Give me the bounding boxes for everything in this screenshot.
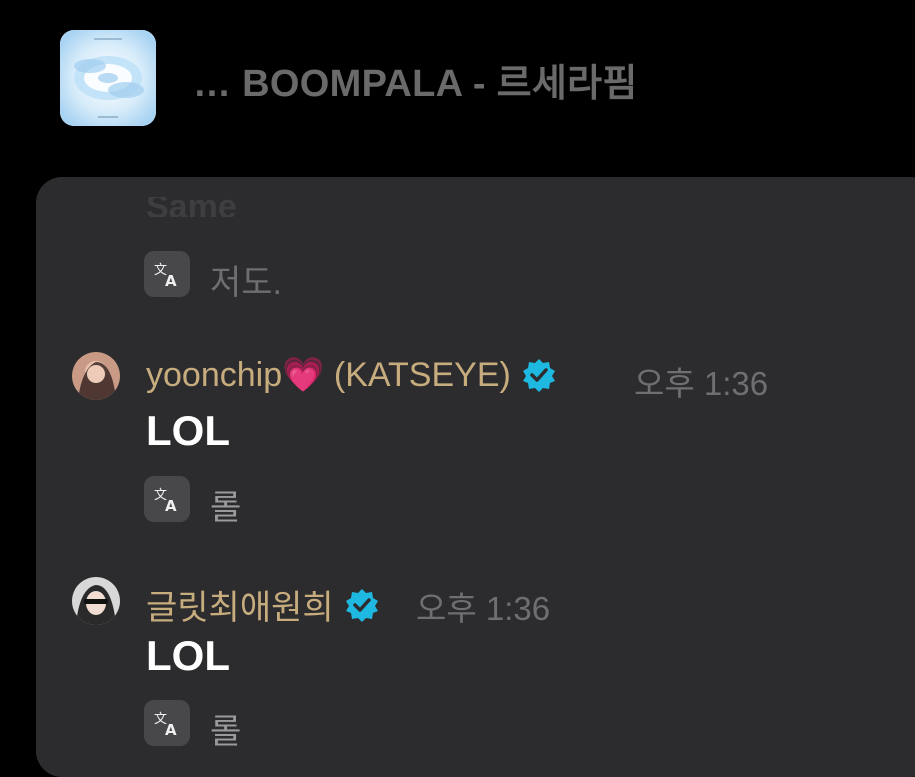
translate-button[interactable]: 文 A (144, 476, 190, 522)
verified-badge-icon (345, 588, 378, 622)
message-text: LOL (146, 632, 230, 679)
svg-text:A: A (165, 272, 177, 289)
username-text: 글릿최애원희 (146, 589, 334, 627)
live-chat-panel[interactable]: Same 文 A 저도. yoonchip💗 (KATSEYE) 오후 1:36… (36, 177, 915, 777)
previous-message-translation: 저도. (210, 264, 283, 302)
verified-badge-icon (522, 359, 555, 392)
message-translation: 롤 (210, 713, 242, 751)
now-playing-header: … BOOMPALA - 르세라핌 (0, 0, 915, 175)
translate-button[interactable]: 文 A (144, 700, 190, 746)
translate-icon: 文 A (154, 488, 177, 514)
message-timestamp: 오후 1:36 (634, 365, 769, 402)
message-username[interactable]: 글릿최애원희 (146, 580, 380, 629)
svg-text:A: A (165, 721, 177, 738)
avatar[interactable] (72, 577, 120, 625)
translate-button[interactable]: 文 A (144, 251, 190, 297)
previous-message-text: Same (146, 197, 237, 217)
song-title[interactable]: … BOOMPALA - 르세라핌 (193, 52, 638, 107)
svg-text:A: A (165, 497, 177, 514)
message-timestamp: 오후 1:36 (416, 590, 551, 627)
translate-icon: 文 A (154, 263, 177, 289)
translate-icon: 文 A (154, 712, 177, 738)
album-art-icon[interactable] (60, 30, 156, 126)
message-translation: 롤 (210, 489, 242, 527)
message-username[interactable]: yoonchip💗 (KATSEYE) (146, 355, 557, 395)
message-text: LOL (146, 407, 230, 454)
username-text: yoonchip💗 (KATSEYE) (146, 356, 511, 394)
avatar[interactable] (72, 352, 120, 400)
